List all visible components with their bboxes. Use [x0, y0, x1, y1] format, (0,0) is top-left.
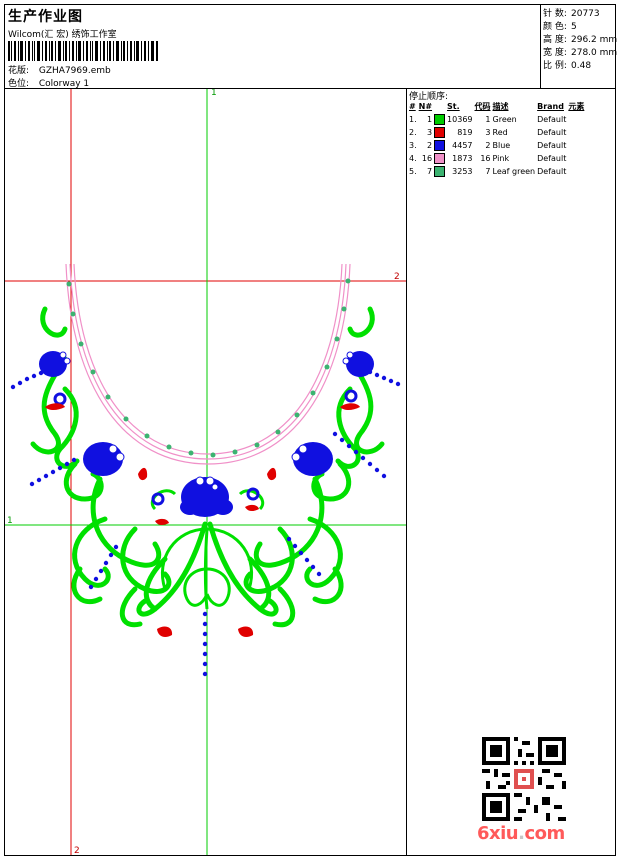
embroidery-canvas: 1 1 2 2 — [5, 89, 406, 855]
stat-width-value: 278.0 mm — [571, 48, 618, 58]
col-stitches: St. — [447, 102, 460, 111]
row-needle: 2 — [426, 141, 433, 150]
row-brand: Default — [537, 154, 567, 163]
col-brand: Brand — [537, 102, 564, 111]
barcode — [8, 41, 158, 61]
company-name: Wilcom(汇 宏) 绣饰工作室 — [8, 30, 117, 40]
color-swatch-box — [434, 166, 446, 177]
design-file-value: GZHA7969.emb — [38, 66, 111, 76]
color-swatch — [433, 126, 446, 139]
row-stitches: 4457 — [452, 141, 473, 150]
stat-width: 宽 度: 278.0 mm — [543, 45, 617, 58]
row-stitches: 819 — [457, 128, 473, 137]
color-swatch — [433, 165, 446, 178]
row-stitches: 3253 — [452, 167, 473, 176]
col-swatch — [433, 100, 446, 113]
row-index: 3. — [409, 141, 417, 150]
row-element — [567, 139, 585, 152]
row-needle: 7 — [426, 167, 433, 176]
neckline-leaf-dots — [66, 278, 351, 458]
design-file-line: 花版: GZHA7969.emb — [8, 63, 111, 76]
row-description: Leaf green — [492, 167, 536, 176]
row-description: Red — [492, 128, 508, 137]
stat-scale-value: 0.48 — [571, 61, 592, 71]
table-row: 4. 16 1873 16 Pink Default — [408, 152, 585, 165]
header-info: 生产作业图 Wilcom(汇 宏) 绣饰工作室 花版: GZHA7969.emb… — [5, 5, 540, 89]
row-brand: Default — [537, 128, 567, 137]
row-index: 2. — [409, 128, 417, 137]
red-v-guide-label: 2 — [74, 846, 80, 855]
row-brand: Default — [537, 141, 567, 150]
design-file-label: 花版: — [8, 66, 30, 76]
row-stitches: 10369 — [447, 115, 473, 124]
stat-height-value: 296.2 mm — [571, 35, 618, 45]
stat-stitches-value: 20773 — [571, 9, 600, 19]
row-brand: Default — [537, 167, 567, 176]
color-swatch-box — [434, 114, 446, 125]
table-row: 3. 2 4457 2 Blue Default — [408, 139, 585, 152]
row-code: 16 — [480, 154, 491, 163]
green-v-guide-label: 1 — [211, 89, 217, 98]
design-preview: 1 1 2 2 — [5, 89, 406, 855]
stat-colors-value: 5 — [571, 22, 577, 32]
row-code: 1 — [485, 115, 491, 124]
qr-code — [482, 737, 566, 821]
page-title: 生产作业图 — [8, 9, 83, 25]
stat-height: 高 度: 296.2 mm — [543, 32, 617, 45]
color-swatch — [433, 113, 446, 126]
stat-scale: 比 例: 0.48 — [543, 58, 591, 71]
table-header-row: # N# St. 代码 描述 Brand 元素 — [408, 100, 585, 113]
design-stats: 针 数: 20773 颜 色: 5 高 度: 296.2 mm 宽 度: 278.0 m… — [540, 5, 617, 88]
col-description: 描述 — [492, 102, 509, 111]
stat-height-label: 高 度: — [543, 35, 567, 45]
color-swatch-box — [434, 153, 446, 164]
col-code: 代码 — [474, 102, 491, 111]
table-row: 5. 7 3253 7 Leaf green Default — [408, 165, 585, 178]
color-swatch-box — [434, 127, 446, 138]
row-index: 4. — [409, 154, 417, 163]
watermark-tld: com — [524, 823, 565, 844]
red-h-guide-label: 2 — [394, 272, 400, 282]
stat-scale-label: 比 例: — [543, 61, 567, 71]
row-brand: Default — [537, 115, 567, 124]
stat-stitches-label: 针 数: — [543, 9, 567, 19]
row-needle: 3 — [426, 128, 433, 137]
row-needle: 1 — [426, 115, 433, 124]
stop-sequence-table: # N# St. 代码 描述 Brand 元素 1. 1 10369 1 Green De… — [408, 100, 585, 178]
row-code: 3 — [485, 128, 491, 137]
stop-sequence-rows: 1. 1 10369 1 Green Default 2. 3 819 3 Red Default 3.… — [408, 113, 585, 178]
row-element — [567, 165, 585, 178]
stat-colors-label: 颜 色: — [543, 22, 567, 32]
color-swatch — [433, 152, 446, 165]
stop-sequence-panel: 停止顺序: # N# St. 代码 描述 Brand 元素 1. 1 10369 1 G… — [406, 89, 617, 855]
row-index: 5. — [409, 167, 417, 176]
row-element — [567, 126, 585, 139]
watermark-name: 6xiu — [477, 823, 519, 844]
row-code: 7 — [485, 167, 491, 176]
row-element — [567, 113, 585, 126]
watermark-logo: 6xiu.com — [477, 823, 565, 844]
row-description: Blue — [492, 141, 511, 150]
row-index: 1. — [409, 115, 417, 124]
stat-width-label: 宽 度: — [543, 48, 567, 58]
row-description: Green — [492, 115, 517, 124]
neckline-curves — [65, 263, 351, 465]
table-row: 2. 3 819 3 Red Default — [408, 126, 585, 139]
stat-stitches: 针 数: 20773 — [543, 6, 600, 19]
table-row: 1. 1 10369 1 Green Default — [408, 113, 585, 126]
col-element: 元素 — [568, 102, 585, 111]
row-element — [567, 152, 585, 165]
color-swatch — [433, 139, 446, 152]
row-stitches: 1873 — [452, 154, 473, 163]
stat-colors: 颜 色: 5 — [543, 19, 577, 32]
row-needle: 16 — [421, 154, 433, 163]
row-code: 2 — [485, 141, 491, 150]
row-description: Pink — [492, 154, 510, 163]
col-index: # — [409, 102, 416, 111]
color-swatch-box — [434, 140, 446, 151]
green-h-guide-label: 1 — [7, 516, 13, 526]
col-needle: N# — [418, 102, 433, 111]
